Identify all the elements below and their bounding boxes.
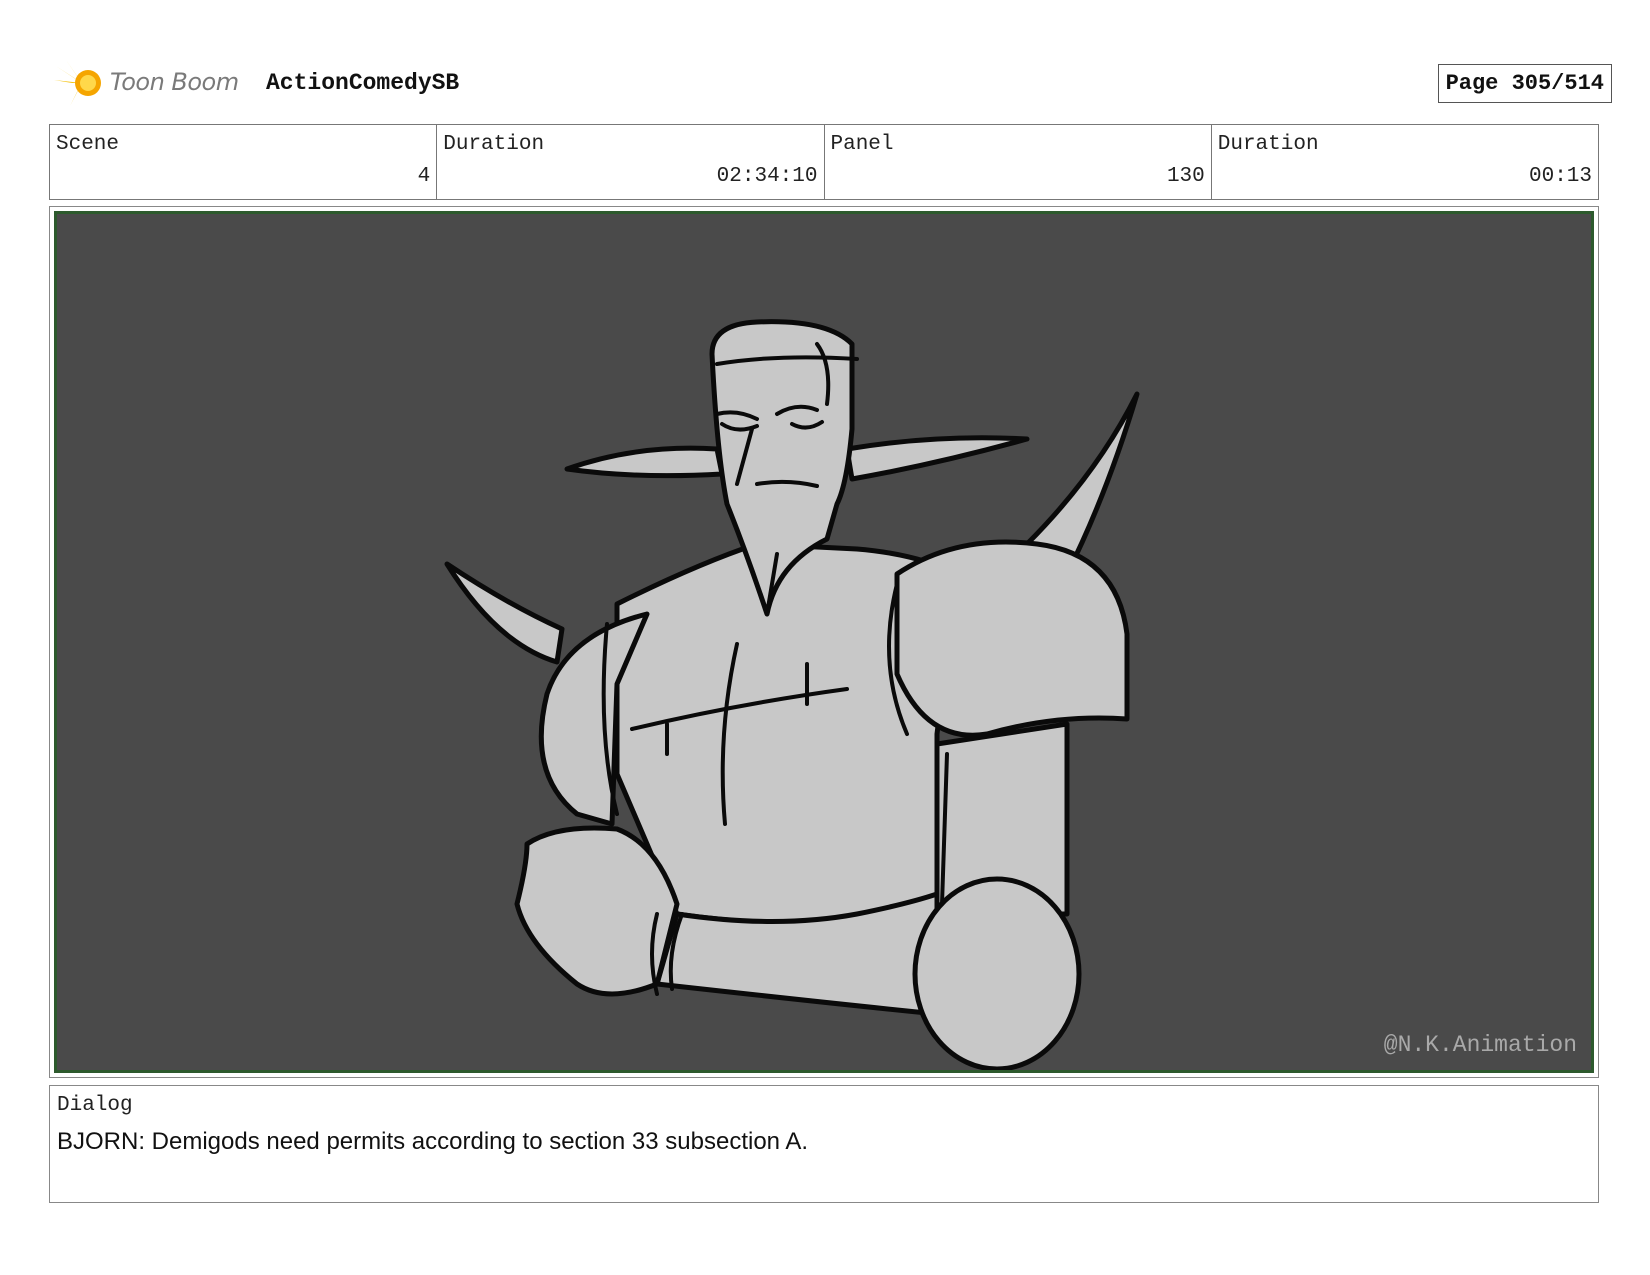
project-title: ActionComedySB [266, 70, 460, 96]
scene-duration-value: 02:34:10 [716, 165, 818, 188]
dialog-text: BJORN: Demigods need permits according t… [57, 1128, 809, 1155]
watermark-text: @N.K.Animation [1383, 1032, 1577, 1058]
brand-name: Toon Boom [110, 68, 239, 96]
scene-label: Scene [56, 133, 120, 156]
panel-frame: @N.K.Animation [49, 206, 1599, 1078]
scene-info-table: Scene 4 Duration 02:34:10 Panel 130 Dura… [49, 124, 1599, 200]
scene-duration-cell: Duration 02:34:10 [437, 125, 825, 199]
character-sketch [444, 319, 1140, 1070]
panel-cell: Panel 130 [825, 125, 1212, 199]
panel-duration-label: Duration [1217, 133, 1319, 156]
storyboard-header: Toon Boom ActionComedySB Page 305/514 [52, 58, 1612, 108]
dialog-box: Dialog BJORN: Demigods need permits acco… [49, 1085, 1599, 1203]
panel-drawing: @N.K.Animation [54, 211, 1594, 1073]
panel-value: 130 [1166, 165, 1205, 188]
scene-value: 4 [417, 165, 431, 188]
scene-duration-label: Duration [443, 133, 545, 156]
panel-label: Panel [830, 133, 894, 156]
dialog-label: Dialog [57, 1094, 133, 1117]
toon-boom-logo-icon [54, 60, 101, 106]
panel-duration-cell: Duration 00:13 [1212, 125, 1598, 199]
panel-duration-value: 00:13 [1528, 165, 1592, 188]
page-counter: Page 305/514 [1437, 64, 1612, 103]
scene-cell: Scene 4 [50, 125, 438, 199]
